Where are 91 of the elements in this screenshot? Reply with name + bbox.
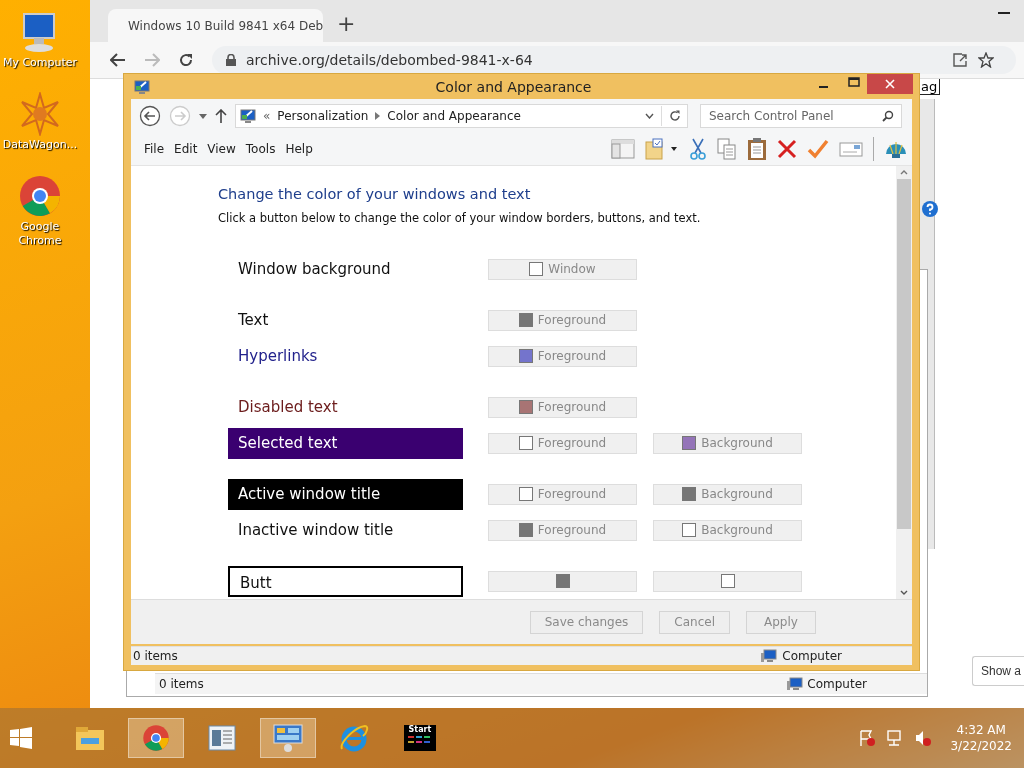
taskbar-button[interactable]: Start (392, 718, 448, 758)
tile-label: Start (408, 725, 432, 735)
element-label: Butt (228, 565, 463, 597)
menu-item[interactable]: File (139, 142, 170, 157)
color-button[interactable]: Window (488, 258, 637, 280)
computer-icon (787, 677, 804, 691)
status-location: Computer (807, 677, 867, 691)
status-location: Computer (782, 649, 842, 664)
star-burst-icon[interactable] (18, 92, 62, 136)
minimize-icon[interactable] (998, 12, 1010, 16)
element-label: Inactive window title (237, 520, 395, 542)
color-button[interactable]: Background (653, 519, 802, 541)
desktop-icon-label[interactable]: My Computer (2, 56, 78, 70)
taskbar-button[interactable] (128, 718, 184, 758)
window-title: Color and Appearance (435, 78, 592, 95)
clock[interactable]: 4:32 AM 3/22/2022 (942, 722, 1024, 754)
folder-icon (75, 724, 105, 752)
status-item-count: 0 items (133, 649, 178, 664)
folder-options-icon[interactable] (645, 138, 679, 161)
checkmark-icon[interactable] (807, 139, 829, 160)
status-item-count: 0 items (159, 677, 204, 691)
element-label: Selected text (228, 427, 463, 459)
scissors-icon[interactable] (689, 138, 707, 161)
color-button[interactable]: Foreground (488, 483, 637, 505)
separator-arrow-icon[interactable] (375, 112, 381, 121)
menu-item[interactable]: Tools (240, 142, 281, 157)
search-field[interactable]: Search Control Panel (700, 104, 902, 129)
scroll-down-icon[interactable] (900, 590, 908, 596)
url-text: archive.org/details/debombed-9841-x-64 (246, 52, 533, 68)
color-button[interactable] (653, 570, 802, 592)
element-label: Window background (237, 259, 392, 281)
scrollbar[interactable] (896, 166, 912, 600)
color-button[interactable]: Foreground (488, 309, 637, 331)
share-icon[interactable] (952, 52, 968, 68)
color-button[interactable]: Background (653, 483, 802, 505)
description-text: Click a button below to change the color of your window borders, buttons, and text. (218, 211, 702, 226)
computer-icon (761, 649, 778, 664)
taskbar-button[interactable] (260, 718, 316, 758)
browser-tab[interactable]: Windows 10 Build 9841 x64 Deb (108, 9, 323, 42)
color-button[interactable]: Foreground (488, 345, 637, 367)
volume-muted-icon[interactable] (914, 729, 933, 747)
element-label: Hyperlinks (237, 346, 319, 368)
document-window-icon (208, 725, 236, 751)
close-icon (885, 79, 895, 89)
scroll-up-icon[interactable] (900, 170, 908, 176)
element-label: Disabled text (237, 397, 339, 419)
clipboard-icon[interactable] (747, 137, 767, 162)
ie-logo-icon (339, 723, 369, 753)
flag-alert-icon[interactable] (858, 729, 877, 747)
element-label: Text (237, 310, 270, 332)
tab-title: Windows 10 Build 9841 x64 Deb (128, 18, 324, 33)
address-bar[interactable]: « Personalization Color and Appearance (235, 104, 688, 129)
breadcrumb-item[interactable]: Color and Appearance (387, 109, 521, 124)
color-button[interactable] (488, 570, 637, 592)
show-button[interactable]: Show a (972, 656, 1024, 686)
lock-icon (226, 54, 236, 66)
star-icon[interactable] (978, 52, 994, 68)
properties-card-icon[interactable] (839, 140, 863, 159)
chrome-icon (142, 724, 170, 752)
element-label: Active window title (228, 478, 463, 510)
personalization-icon (240, 108, 256, 124)
chrome-icon[interactable] (18, 174, 62, 218)
up-arrow-icon[interactable] (215, 109, 227, 124)
windows-logo-icon[interactable] (10, 727, 32, 749)
menu-item[interactable]: View (202, 142, 241, 157)
desktop-icon-label[interactable]: Google Chrome (2, 220, 78, 248)
color-button[interactable]: Foreground (488, 396, 637, 418)
color-button[interactable]: Foreground (488, 432, 637, 454)
desktop-icon-label[interactable]: DataWagon... (2, 138, 78, 152)
chevron-down-icon[interactable] (645, 113, 654, 120)
new-tab-button[interactable]: + (337, 11, 356, 37)
breadcrumb-item[interactable]: Personalization (277, 109, 369, 124)
delete-x-icon[interactable] (777, 139, 797, 160)
back-icon[interactable] (139, 105, 161, 128)
refresh-icon[interactable] (669, 110, 681, 123)
color-button[interactable]: Background (653, 432, 802, 454)
dropdown-caret-icon[interactable] (199, 113, 207, 119)
color-button[interactable]: Foreground (488, 519, 637, 541)
control-panel-icon (273, 723, 303, 753)
menu-item[interactable]: Help (280, 142, 318, 157)
personalization-icon (134, 78, 150, 95)
help-icon[interactable] (922, 201, 938, 217)
address-bar[interactable]: archive.org/details/debombed-9841-x-64 (212, 46, 1016, 74)
page-label: ag (918, 79, 941, 95)
search-icon (882, 110, 894, 123)
page-heading: Change the color of your windows and text (218, 186, 532, 203)
copy-icon[interactable] (717, 138, 737, 161)
reload-icon[interactable] (178, 52, 194, 68)
overflow-chevron[interactable]: « (263, 109, 271, 124)
back-icon[interactable] (110, 53, 126, 67)
menu-item[interactable]: Edit (169, 142, 203, 157)
